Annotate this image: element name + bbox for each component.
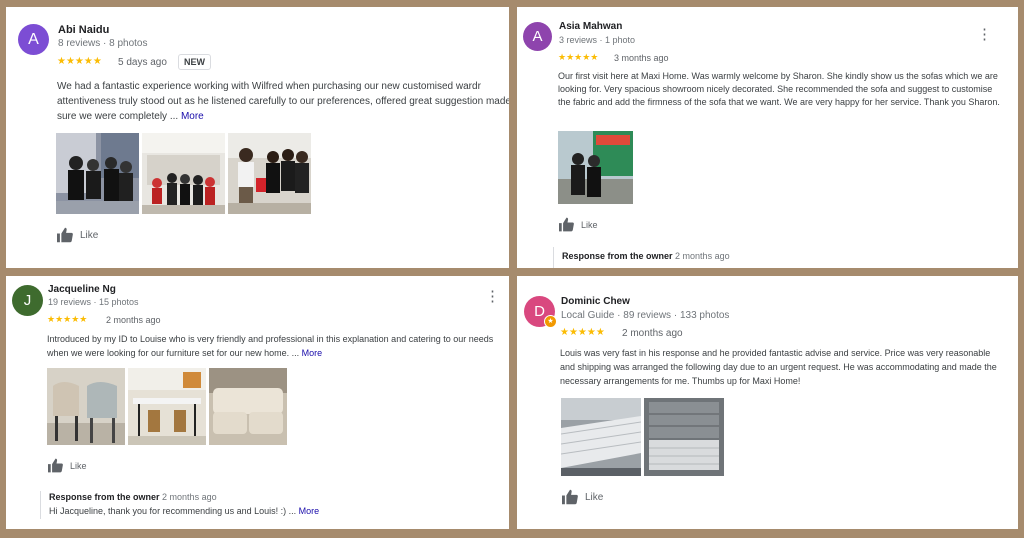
reviewer-meta: Local Guide · 89 reviews · 133 photos xyxy=(561,310,730,321)
star-rating: ★★★★★ xyxy=(47,314,88,324)
like-label: Like xyxy=(80,229,99,241)
like-button[interactable]: Like xyxy=(47,458,87,473)
owner-response-time: 2 months ago xyxy=(675,251,730,261)
more-link[interactable]: More xyxy=(299,506,320,516)
review-photo[interactable] xyxy=(209,368,287,445)
new-badge: NEW xyxy=(178,54,211,70)
owner-response-title: Response from the owner 2 months ago xyxy=(49,491,489,505)
star-rating: ★★★★★ xyxy=(57,56,102,67)
reviewer-name[interactable]: Asia Mahwan xyxy=(559,21,622,32)
review-photo[interactable] xyxy=(56,133,139,214)
star-rating: ★★★★★ xyxy=(560,327,605,338)
review-text: Our first visit here at Maxi Home. Was w… xyxy=(558,71,1000,108)
owner-response-title: Response from the owner 2 months ago xyxy=(562,251,730,261)
owner-response-body: Hi Jacqueline, thank you for recommendin… xyxy=(49,505,297,516)
review-card-asia-mahwan: A Asia Mahwan 3 reviews · 1 photo ⋮ ★★★★… xyxy=(517,7,1018,268)
local-guide-star-icon: ★ xyxy=(544,315,557,328)
reviewer-name[interactable]: Dominic Chew xyxy=(561,296,630,307)
avatar[interactable]: J xyxy=(12,285,43,316)
star-rating: ★★★★★ xyxy=(558,52,599,62)
thumbs-up-icon xyxy=(48,458,63,473)
review-time: 2 months ago xyxy=(622,328,683,339)
more-link[interactable]: More xyxy=(181,111,204,122)
review-photo[interactable] xyxy=(142,133,225,214)
review-photo[interactable] xyxy=(128,368,206,445)
like-label: Like xyxy=(581,219,598,230)
review-time: 5 days ago xyxy=(118,57,167,68)
more-options-icon[interactable]: ⋮ xyxy=(977,27,992,42)
review-card-abi-naidu: A Abi Naidu 8 reviews · 8 photos ★★★★★ 5… xyxy=(6,7,509,268)
like-label: Like xyxy=(585,491,604,503)
review-photo[interactable] xyxy=(47,368,125,445)
like-label: Like xyxy=(70,460,87,471)
review-photo[interactable] xyxy=(644,398,724,476)
owner-response: Response from the owner 2 months ago Hi … xyxy=(40,491,489,519)
owner-response-label: Response from the owner xyxy=(49,492,160,502)
review-card-jacqueline-ng: J Jacqueline Ng 19 reviews · 15 photos ⋮… xyxy=(6,276,509,529)
like-button[interactable]: Like xyxy=(558,217,598,232)
reviewer-meta: 8 reviews · 8 photos xyxy=(58,38,148,49)
more-link[interactable]: More xyxy=(302,348,323,358)
thumbs-up-icon xyxy=(57,227,73,243)
review-photo[interactable] xyxy=(228,133,311,214)
reviewer-meta: 3 reviews · 1 photo xyxy=(559,35,636,45)
owner-response-label: Response from the owner xyxy=(562,251,673,261)
like-button[interactable]: Like xyxy=(56,227,98,243)
avatar[interactable]: A xyxy=(18,24,49,55)
review-text: Introduced by my ID to Louise who is ver… xyxy=(47,333,505,360)
thumbs-up-icon xyxy=(559,217,574,232)
review-text: Louis was very fast in his response and … xyxy=(560,348,997,386)
avatar[interactable]: A xyxy=(523,22,552,51)
owner-response-text: Hi Jacqueline, thank you for recommendin… xyxy=(49,505,489,519)
review-time: 2 months ago xyxy=(106,315,161,325)
review-body: Introduced by my ID to Louise who is ver… xyxy=(47,334,494,358)
review-body: We had a fantastic experience working wi… xyxy=(57,81,509,122)
reviewer-name[interactable]: Abi Naidu xyxy=(58,24,109,36)
review-photo[interactable] xyxy=(561,398,641,476)
owner-response-time: 2 months ago xyxy=(162,492,217,502)
review-time: 3 months ago xyxy=(614,53,669,63)
like-button[interactable]: Like xyxy=(561,489,603,505)
review-card-dominic-chew: D ★ Dominic Chew Local Guide · 89 review… xyxy=(517,276,1018,529)
owner-response: Response from the owner 2 months ago xyxy=(553,247,730,268)
reviewer-meta: 19 reviews · 15 photos xyxy=(48,297,139,307)
more-options-icon[interactable]: ⋮ xyxy=(485,289,500,304)
thumbs-up-icon xyxy=(562,489,578,505)
reviewer-name[interactable]: Jacqueline Ng xyxy=(48,284,116,295)
review-text: We had a fantastic experience working wi… xyxy=(57,79,509,124)
review-photo[interactable] xyxy=(558,131,633,204)
